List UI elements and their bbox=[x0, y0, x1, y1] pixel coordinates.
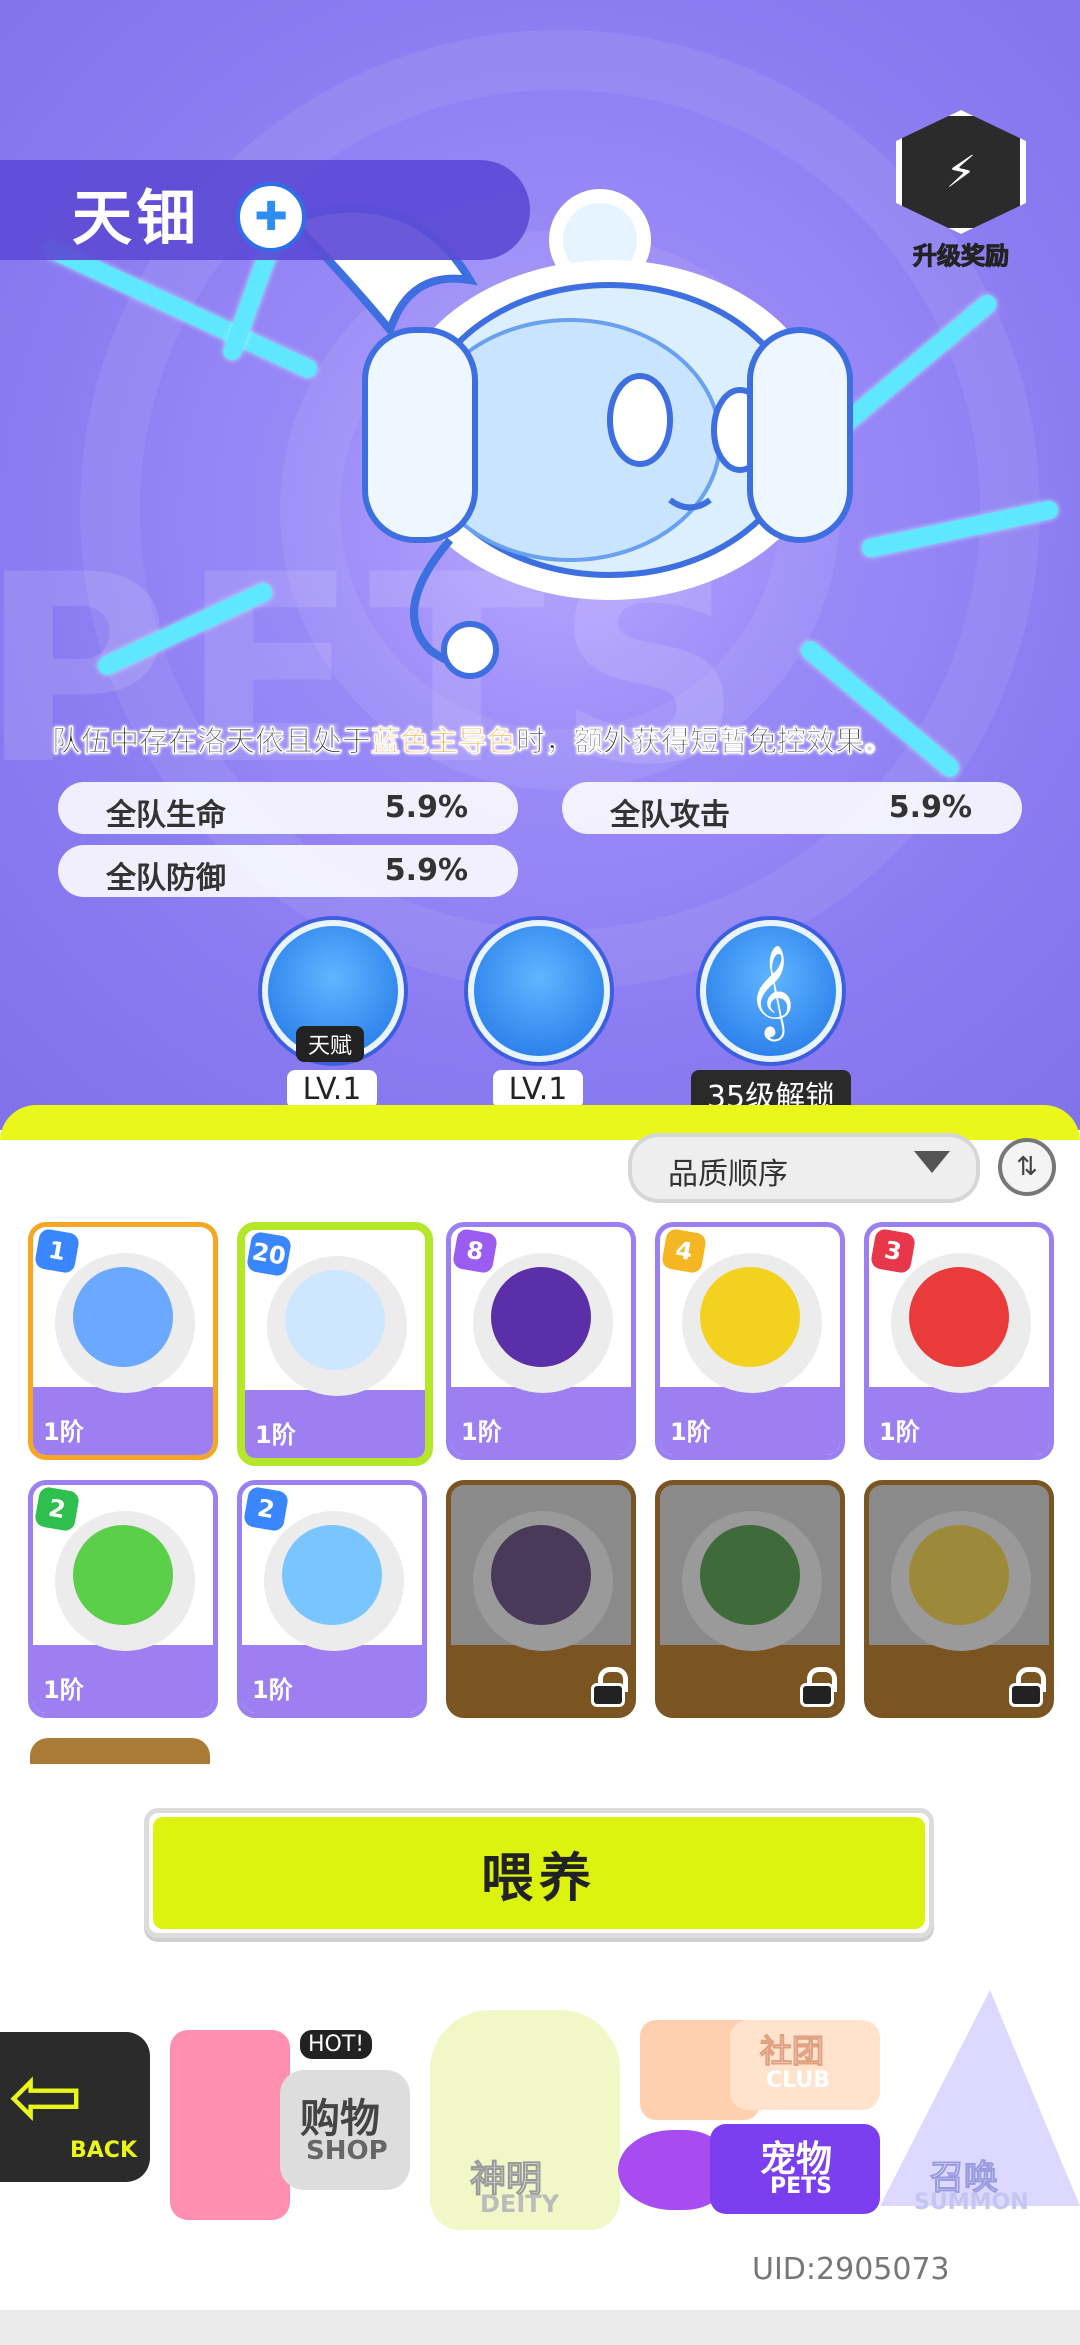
club-label-en: CLUB bbox=[766, 2068, 831, 2093]
skill-level: LV.1 bbox=[492, 1070, 584, 1109]
stat-team-attack: 全队攻击 5.9% bbox=[562, 782, 1022, 834]
pets-label-en: PETS bbox=[770, 2174, 833, 2199]
lightning-reward-icon: ⚡ bbox=[896, 110, 1026, 234]
stat-label: 全队攻击 bbox=[610, 798, 730, 833]
shop-hot-badge: HOT! bbox=[300, 2030, 373, 2059]
skill-level: LV.1 bbox=[286, 1070, 378, 1109]
pet-tier: 1阶 bbox=[43, 1418, 84, 1446]
lock-icon bbox=[1009, 1667, 1046, 1707]
pet-card-partial bbox=[30, 1738, 210, 1764]
pet-tier: 1阶 bbox=[461, 1418, 502, 1446]
vending-machine-icon bbox=[170, 2030, 290, 2220]
pet-card[interactable]: 8 1阶 bbox=[446, 1222, 636, 1460]
pet-icon bbox=[73, 1525, 173, 1625]
user-id: UID:2905073 bbox=[752, 2252, 950, 2287]
feed-button-label: 喂养 bbox=[153, 1817, 925, 1929]
pet-icon bbox=[73, 1267, 173, 1367]
lock-icon bbox=[800, 1667, 837, 1707]
nav-back-button[interactable]: ⇦ BACK bbox=[0, 1990, 150, 2250]
club-label: 社团 bbox=[759, 2032, 825, 2071]
desc-prefix: 队伍中存在洛天依且处于 bbox=[52, 724, 372, 759]
pet-tier: 1阶 bbox=[255, 1421, 296, 1449]
music-skill-icon: 天赋 bbox=[262, 920, 404, 1062]
pet-card[interactable] bbox=[446, 1480, 636, 1718]
talent-tag: 天赋 bbox=[296, 1026, 365, 1062]
skill-talent[interactable]: 天赋 LV.1 bbox=[262, 920, 404, 1109]
pet-level-badge: 2 bbox=[242, 1485, 290, 1533]
deity-label-en: DEITY bbox=[480, 2190, 559, 2218]
back-label: BACK bbox=[70, 2138, 137, 2163]
upgrade-reward-button[interactable]: ⚡ 升级奖励 bbox=[896, 110, 1026, 271]
desc-highlight: 蓝色主导色 bbox=[371, 724, 517, 759]
pet-card[interactable] bbox=[864, 1480, 1054, 1718]
feed-button[interactable]: 喂养 bbox=[144, 1808, 934, 1938]
pet-level-badge: 20 bbox=[245, 1230, 293, 1278]
pet-level-badge: 1 bbox=[33, 1227, 81, 1275]
stat-team-hp: 全队生命 5.9% bbox=[58, 782, 518, 834]
pet-level-badge: 3 bbox=[869, 1227, 917, 1275]
stat-value: 5.9% bbox=[384, 853, 468, 888]
chevron-down-icon bbox=[914, 1151, 950, 1173]
skill-locked[interactable]: 𝄞 35级解锁 bbox=[676, 920, 866, 1118]
pet-icon bbox=[491, 1525, 591, 1625]
pet-icon bbox=[909, 1525, 1009, 1625]
sort-dropdown[interactable]: 品质顺序 bbox=[628, 1133, 980, 1203]
pet-card[interactable]: 2 1阶 bbox=[237, 1480, 427, 1718]
pet-icon bbox=[700, 1525, 800, 1625]
pet-card[interactable]: 20 1阶 bbox=[237, 1222, 433, 1466]
pet-effect-description: 队伍中存在洛天依且处于蓝色主导色时，额外获得短暂免控效果。 bbox=[52, 718, 1042, 760]
sort-order-toggle-icon[interactable]: ⇅ bbox=[998, 1138, 1056, 1196]
pet-card[interactable]: 1 1阶 bbox=[28, 1222, 218, 1460]
pet-card[interactable]: 4 1阶 bbox=[655, 1222, 845, 1460]
pet-icon bbox=[282, 1525, 382, 1625]
pet-hero-panel: PETS 天钿 ✚ ⚡ 升级奖励 队伍中存在洛天依且处于蓝色主导色时，额外获得短… bbox=[0, 0, 1080, 1130]
nav-shop-button[interactable]: HOT! 购物 SHOP bbox=[150, 1990, 410, 2250]
upgrade-reward-label: 升级奖励 bbox=[913, 242, 1010, 271]
pet-card[interactable]: 2 1阶 bbox=[28, 1480, 218, 1718]
sort-label: 品质顺序 bbox=[668, 1157, 788, 1192]
pet-card[interactable] bbox=[655, 1480, 845, 1718]
nav-summon-button[interactable]: 召唤 SUMMON bbox=[880, 1990, 1080, 2250]
stat-value: 5.9% bbox=[888, 790, 972, 825]
element-cross-icon: ✚ bbox=[236, 182, 306, 252]
summon-label-en: SUMMON bbox=[914, 2190, 1029, 2215]
pet-level-badge: 4 bbox=[660, 1227, 708, 1275]
note-flame-skill-icon bbox=[468, 920, 610, 1062]
pet-tier: 1阶 bbox=[252, 1676, 293, 1704]
pet-name: 天钿 bbox=[72, 184, 200, 254]
pet-tier: 1阶 bbox=[879, 1418, 920, 1446]
pet-tier: 1阶 bbox=[43, 1676, 84, 1704]
desc-suffix: 时，额外获得短暂免控效果。 bbox=[516, 724, 894, 759]
nav-deity-button[interactable]: 神明 DEITY bbox=[420, 1990, 630, 2250]
skill-two[interactable]: LV.1 bbox=[468, 920, 610, 1109]
shop-label-en: SHOP bbox=[306, 2136, 388, 2166]
pet-level-badge: 2 bbox=[33, 1485, 81, 1533]
treble-clef-skill-icon: 𝄞 bbox=[700, 920, 842, 1062]
nav-pets-button[interactable]: 宠物 PETS bbox=[610, 2110, 890, 2230]
stat-label: 全队防御 bbox=[106, 861, 226, 896]
stat-team-defense: 全队防御 5.9% bbox=[58, 845, 518, 897]
stat-value: 5.9% bbox=[384, 790, 468, 825]
pet-icon bbox=[700, 1267, 800, 1367]
pet-icon bbox=[909, 1267, 1009, 1367]
stat-label: 全队生命 bbox=[106, 798, 226, 833]
pet-tier: 1阶 bbox=[670, 1418, 711, 1446]
bottom-strip bbox=[0, 2310, 1080, 2345]
pet-icon bbox=[491, 1267, 591, 1367]
pet-level-badge: 8 bbox=[451, 1227, 499, 1275]
pet-icon bbox=[285, 1270, 385, 1370]
lock-icon bbox=[591, 1667, 628, 1707]
back-arrow-glyph: ⇦ bbox=[8, 2044, 84, 2149]
pet-card[interactable]: 3 1阶 bbox=[864, 1222, 1054, 1460]
